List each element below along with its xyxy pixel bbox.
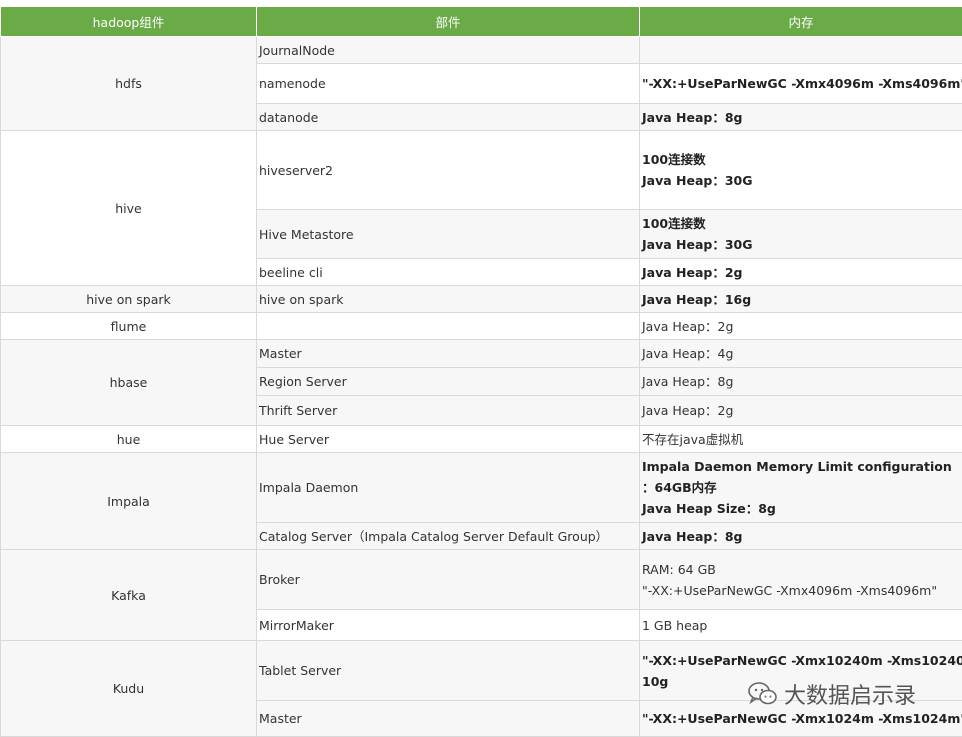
part-cell: Master	[257, 701, 640, 737]
part-cell: hive on spark	[257, 286, 640, 313]
component-cell-kudu: Kudu	[1, 641, 257, 737]
memory-cell: RAM: 64 GB"-XX:+UseParNewGC -Xmx4096m -X…	[640, 550, 962, 610]
memory-cell: Java Heap：16g	[640, 286, 962, 313]
component-cell-hdfs: hdfs	[1, 37, 257, 131]
part-cell: Master	[257, 340, 640, 368]
memory-cell: 100连接数Java Heap：30G	[640, 131, 962, 210]
component-cell-hbase: hbase	[1, 340, 257, 426]
part-cell: Hue Server	[257, 426, 640, 453]
table-row: hive on spark hive on spark Java Heap：16…	[1, 286, 962, 313]
memory-cell	[640, 37, 962, 64]
part-cell: Impala Daemon	[257, 453, 640, 523]
part-cell: Broker	[257, 550, 640, 610]
watermark-text: 大数据启示录	[784, 678, 916, 710]
memory-cell: 1 GB heap	[640, 610, 962, 641]
memory-cell: Java Heap：8g	[640, 368, 962, 396]
component-cell-hive: hive	[1, 131, 257, 286]
component-cell-hue: hue	[1, 426, 257, 453]
part-cell: hiveserver2	[257, 131, 640, 210]
table-row: flume Java Heap：2g	[1, 313, 962, 340]
part-cell: namenode	[257, 64, 640, 104]
table-row: hdfs JournalNode	[1, 37, 962, 64]
part-cell: Thrift Server	[257, 396, 640, 426]
part-cell: Hive Metastore	[257, 210, 640, 259]
part-cell: Region Server	[257, 368, 640, 396]
memory-cell: Java Heap：4g	[640, 340, 962, 368]
table-row: hue Hue Server 不存在java虚拟机	[1, 426, 962, 453]
component-cell-impala: Impala	[1, 453, 257, 550]
part-cell: beeline cli	[257, 259, 640, 286]
memory-cell: Java Heap：8g	[640, 104, 962, 131]
memory-config-table: hadoop组件 部件 内存 hdfs JournalNode namenode…	[0, 6, 962, 737]
memory-cell: "-XX:+UseParNewGC -Xmx4096m -Xms4096m"	[640, 64, 962, 104]
component-cell-flume: flume	[1, 313, 257, 340]
header-row: hadoop组件 部件 内存	[1, 7, 962, 37]
part-cell	[257, 313, 640, 340]
table-row: Impala Impala Daemon Impala Daemon Memor…	[1, 453, 962, 523]
part-cell: Tablet Server	[257, 641, 640, 701]
table-row: Kafka Broker RAM: 64 GB"-XX:+UseParNewGC…	[1, 550, 962, 610]
component-cell-hive-on-spark: hive on spark	[1, 286, 257, 313]
memory-cell: Java Heap：8g	[640, 523, 962, 550]
part-cell: MirrorMaker	[257, 610, 640, 641]
header-component: hadoop组件	[1, 7, 257, 37]
component-cell-kafka: Kafka	[1, 550, 257, 641]
memory-cell: 100连接数Java Heap：30G	[640, 210, 962, 259]
table-row: hive hiveserver2 100连接数Java Heap：30G	[1, 131, 962, 210]
part-cell: JournalNode	[257, 37, 640, 64]
table-row: hbase Master Java Heap：4g	[1, 340, 962, 368]
part-cell: datanode	[257, 104, 640, 131]
memory-cell: Java Heap：2g	[640, 259, 962, 286]
header-memory: 内存	[640, 7, 962, 37]
wechat-icon	[748, 681, 778, 707]
memory-cell: Java Heap：2g	[640, 313, 962, 340]
header-part: 部件	[257, 7, 640, 37]
part-cell: Catalog Server（Impala Catalog Server Def…	[257, 523, 640, 550]
memory-cell: Java Heap：2g	[640, 396, 962, 426]
memory-cell: Impala Daemon Memory Limit configuration…	[640, 453, 962, 523]
watermark: 大数据启示录	[748, 678, 916, 710]
memory-cell: 不存在java虚拟机	[640, 426, 962, 453]
